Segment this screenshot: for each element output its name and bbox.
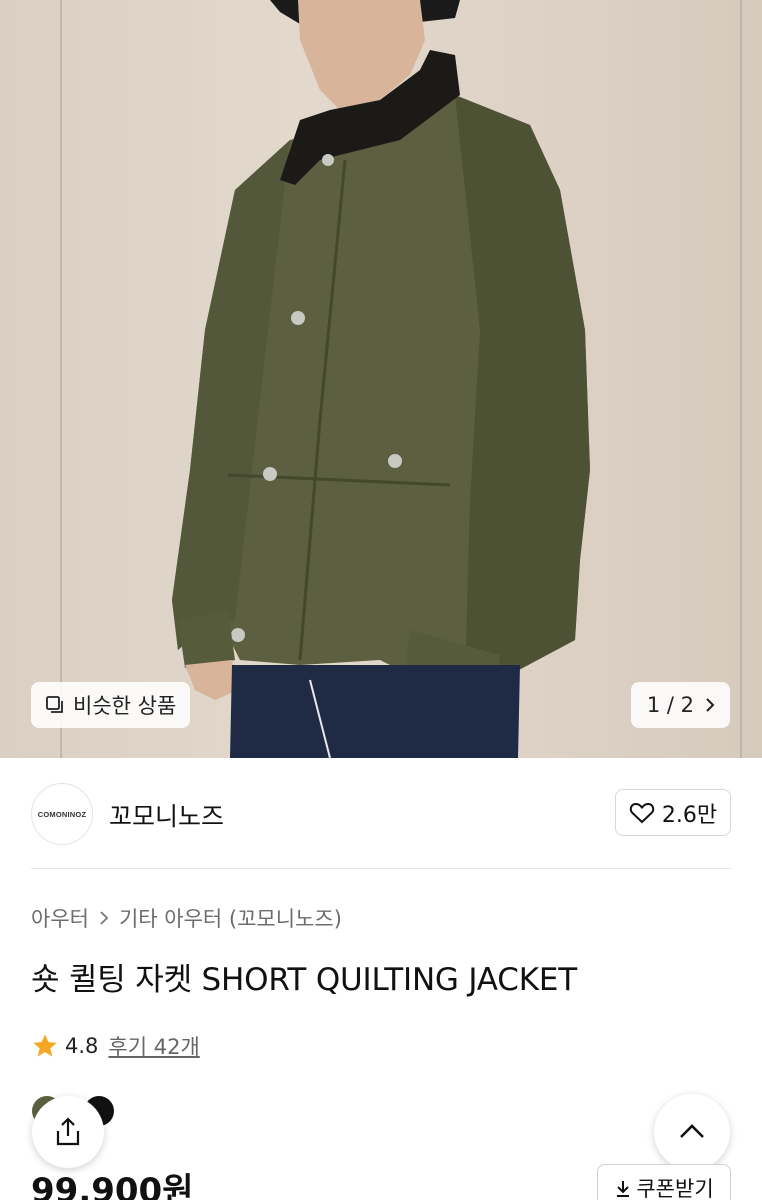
breadcrumb-item[interactable]: 아우터	[31, 903, 89, 933]
coupon-label: 쿠폰받기	[636, 1177, 714, 1200]
share-button[interactable]	[32, 1096, 104, 1168]
scroll-to-top-button[interactable]	[654, 1094, 730, 1170]
product-title: 숏 퀼팅 자켓 SHORT QUILTING JACKET	[31, 962, 577, 998]
download-icon	[617, 1181, 630, 1197]
like-count: 2.6만	[661, 802, 718, 828]
similar-items-icon	[46, 696, 63, 713]
share-icon	[56, 1117, 80, 1146]
heart-icon	[629, 802, 655, 823]
rating-summary: 4.8 후기 42개	[31, 1031, 200, 1061]
image-pager-button[interactable]: 1 / 2	[630, 682, 730, 728]
review-count-link[interactable]: 후기 42개	[108, 1031, 199, 1061]
brand-logo[interactable]: COMONINOZ	[31, 783, 93, 845]
product-price: 99,900원	[31, 1171, 194, 1200]
similar-products-button[interactable]: 비슷한 상품	[31, 682, 191, 728]
image-pager-text: 1 / 2	[646, 693, 694, 717]
brand-logo-text: COMONINOZ	[37, 809, 87, 819]
like-button[interactable]: 2.6만	[615, 789, 731, 836]
similar-products-label: 비슷한 상품	[73, 694, 177, 718]
product-image[interactable]: 비슷한 상품 1 / 2	[0, 0, 762, 758]
star-icon	[33, 1034, 57, 1057]
coupon-download-button[interactable]: 쿠폰받기	[597, 1164, 731, 1200]
section-divider	[31, 868, 731, 869]
chevron-right-icon	[100, 911, 109, 925]
jacket-photo	[172, 0, 590, 758]
chevron-right-icon	[706, 698, 715, 712]
chevron-up-icon	[680, 1124, 704, 1138]
breadcrumb-item[interactable]: 기타 아우터 (꼬모니노즈)	[119, 903, 342, 933]
brand-name[interactable]: 꼬모니노즈	[109, 797, 224, 833]
breadcrumb: 아우터 기타 아우터 (꼬모니노즈)	[31, 903, 342, 933]
rating-value: 4.8	[65, 1034, 99, 1058]
